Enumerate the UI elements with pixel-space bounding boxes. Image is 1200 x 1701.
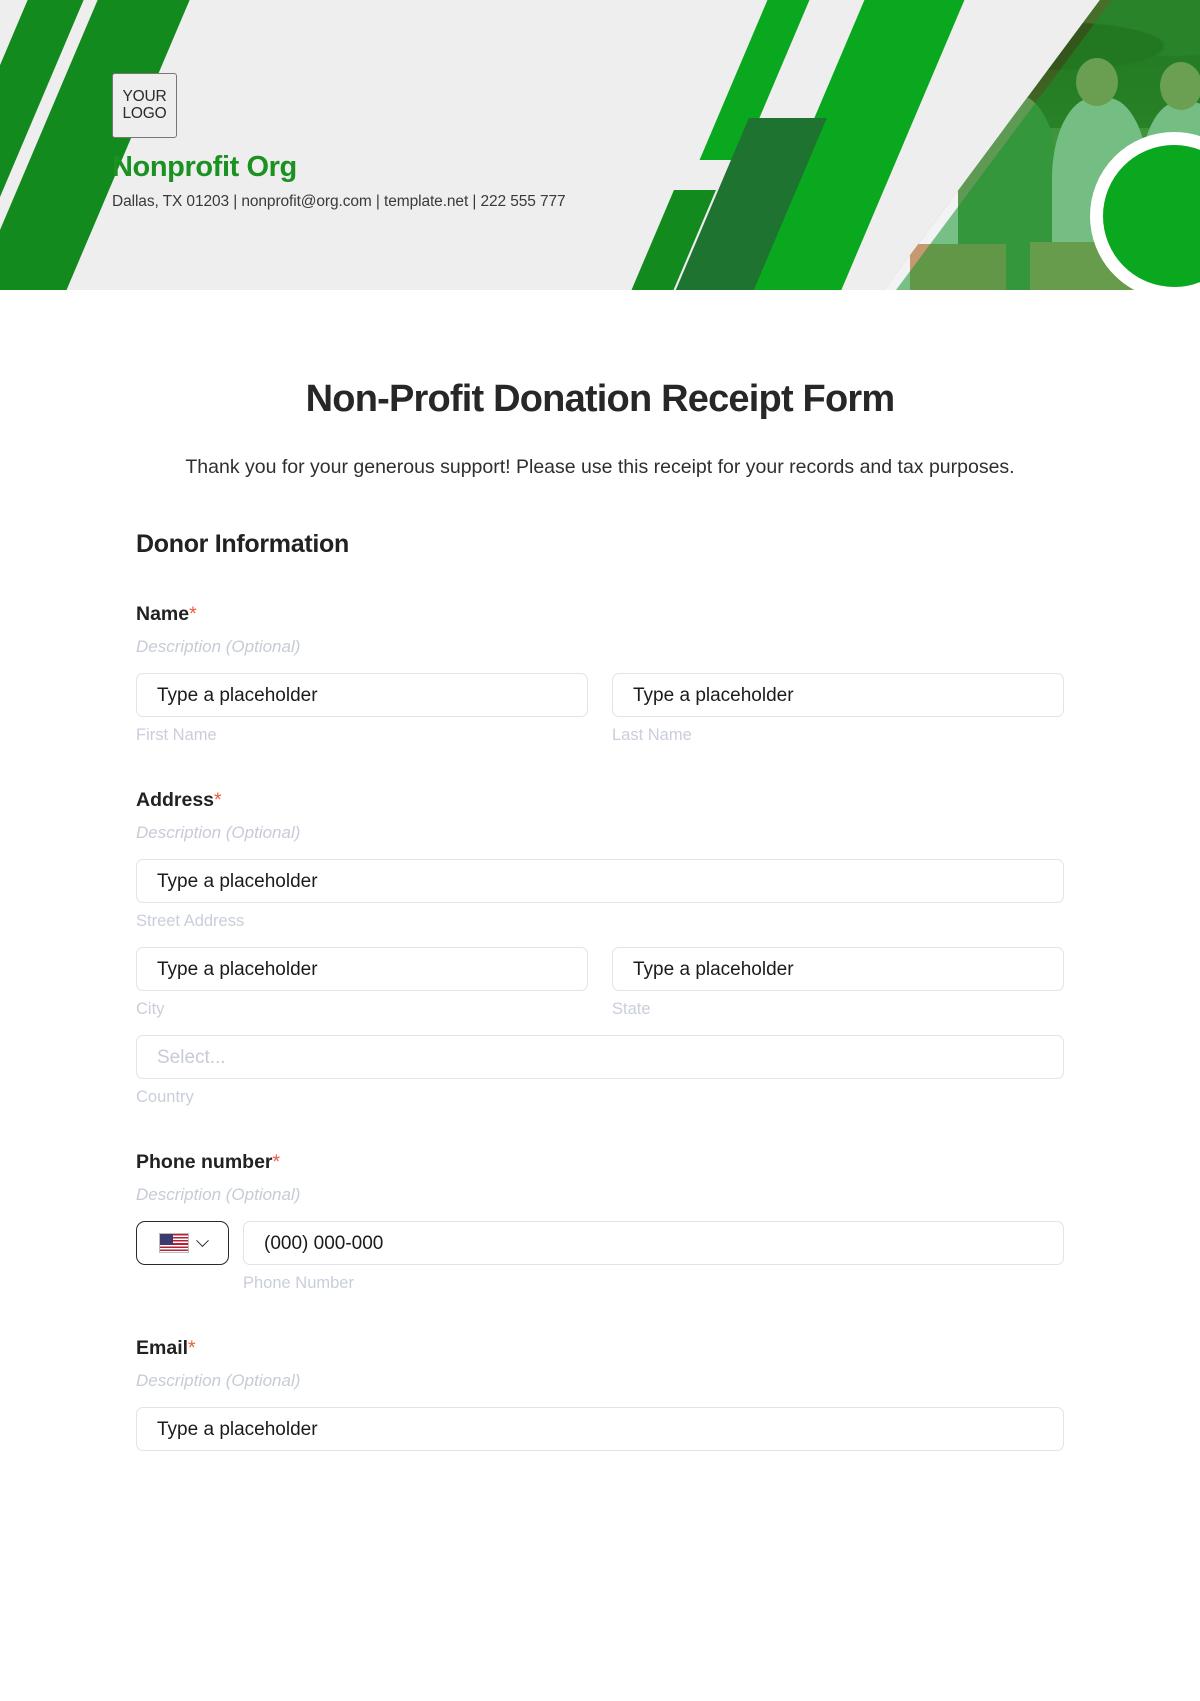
- organization-name: Nonprofit Org: [112, 151, 297, 183]
- last-name-input[interactable]: Type a placeholder: [612, 673, 1064, 718]
- field-name-description: Description (Optional): [136, 637, 301, 657]
- state-sublabel: State: [612, 1000, 651, 1019]
- field-name: Name* Description (Optional) Type a plac…: [136, 603, 1064, 745]
- required-asterisk: *: [272, 1151, 281, 1174]
- field-street-address: Type a placeholder Street Address: [136, 859, 1064, 931]
- field-phone-description: Description (Optional): [136, 1185, 301, 1205]
- volunteer-4-head: [984, 52, 1028, 102]
- phone-input-row: (000) 000-000 Phone Number: [136, 1221, 1064, 1293]
- country-sublabel: Country: [136, 1088, 194, 1107]
- logo-placeholder: YOUR LOGO: [112, 73, 177, 138]
- field-last-name: Type a placeholder Last Name: [612, 673, 1064, 745]
- field-email-label-text: Email: [136, 1337, 189, 1360]
- field-email-column: Type a placeholder: [136, 1407, 1064, 1452]
- field-name-label-text: Name: [136, 603, 190, 626]
- phone-number-column: (000) 000-000 Phone Number: [243, 1221, 1064, 1293]
- page-title: Non-Profit Donation Receipt Form: [305, 378, 896, 420]
- field-country-row: Select... Country: [136, 1035, 1064, 1107]
- phone-number-sublabel: Phone Number: [243, 1274, 354, 1293]
- chevron-down-icon: [195, 1233, 209, 1247]
- street-address-input[interactable]: Type a placeholder: [136, 859, 1064, 904]
- organization-contact-info: Dallas, TX 01203 | nonprofit@org.com | t…: [112, 193, 566, 210]
- last-name-sublabel: Last Name: [612, 726, 692, 745]
- logo-line-1: YOUR: [122, 88, 167, 106]
- field-email-label: Email*: [136, 1337, 1064, 1360]
- page-header: YOUR LOGO Nonprofit Org Dallas, TX 01203…: [0, 0, 1200, 290]
- required-asterisk: *: [189, 603, 197, 626]
- city-input[interactable]: Type a placeholder: [136, 947, 588, 992]
- field-email-description: Description (Optional): [136, 1371, 301, 1391]
- page-subtitle: Thank you for your generous support! Ple…: [185, 456, 1015, 478]
- field-address-description: Description (Optional): [136, 823, 301, 843]
- section-title-donor-information: Donor Information: [136, 530, 349, 559]
- field-email: Email* Description (Optional) Type a pla…: [136, 1337, 1064, 1452]
- field-country: Select... Country: [136, 1035, 1064, 1107]
- street-address-sublabel: Street Address: [136, 912, 245, 931]
- field-address-label: Address*: [136, 789, 1064, 812]
- field-first-name: Type a placeholder First Name: [136, 673, 588, 745]
- field-city-state-row: Type a placeholder City Type a placehold…: [136, 947, 1064, 1019]
- field-email-row: Type a placeholder: [136, 1407, 1064, 1452]
- field-phone-label: Phone number*: [136, 1151, 1064, 1174]
- field-address: Address* Description (Optional) Type a p…: [136, 789, 1064, 1107]
- field-name-row: Type a placeholder First Name Type a pla…: [136, 673, 1064, 745]
- field-phone-number: Phone number* Description (Optional) (00…: [136, 1151, 1064, 1293]
- country-code-dropdown[interactable]: [136, 1221, 229, 1266]
- first-name-input[interactable]: Type a placeholder: [136, 673, 588, 718]
- required-asterisk: *: [188, 1337, 196, 1360]
- field-name-label: Name*: [136, 603, 1064, 626]
- logo-line-2: LOGO: [122, 104, 167, 122]
- field-city: Type a placeholder City: [136, 947, 588, 1019]
- us-flag-icon: [158, 1233, 189, 1254]
- field-state: Type a placeholder State: [612, 947, 1064, 1019]
- required-asterisk: *: [214, 789, 222, 812]
- field-phone-label-text: Phone number: [136, 1151, 273, 1174]
- field-address-label-text: Address: [136, 789, 215, 812]
- email-input[interactable]: Type a placeholder: [136, 1407, 1064, 1452]
- field-street-address-row: Type a placeholder Street Address: [136, 859, 1064, 931]
- first-name-sublabel: First Name: [136, 726, 217, 745]
- form-body: Non-Profit Donation Receipt Form Thank y…: [0, 378, 1200, 1452]
- country-select[interactable]: Select...: [136, 1035, 1064, 1080]
- brand-block: YOUR LOGO Nonprofit Org Dallas, TX 01203…: [112, 73, 566, 211]
- city-sublabel: City: [136, 1000, 165, 1019]
- state-input[interactable]: Type a placeholder: [612, 947, 1064, 992]
- phone-number-input[interactable]: (000) 000-000: [243, 1221, 1064, 1266]
